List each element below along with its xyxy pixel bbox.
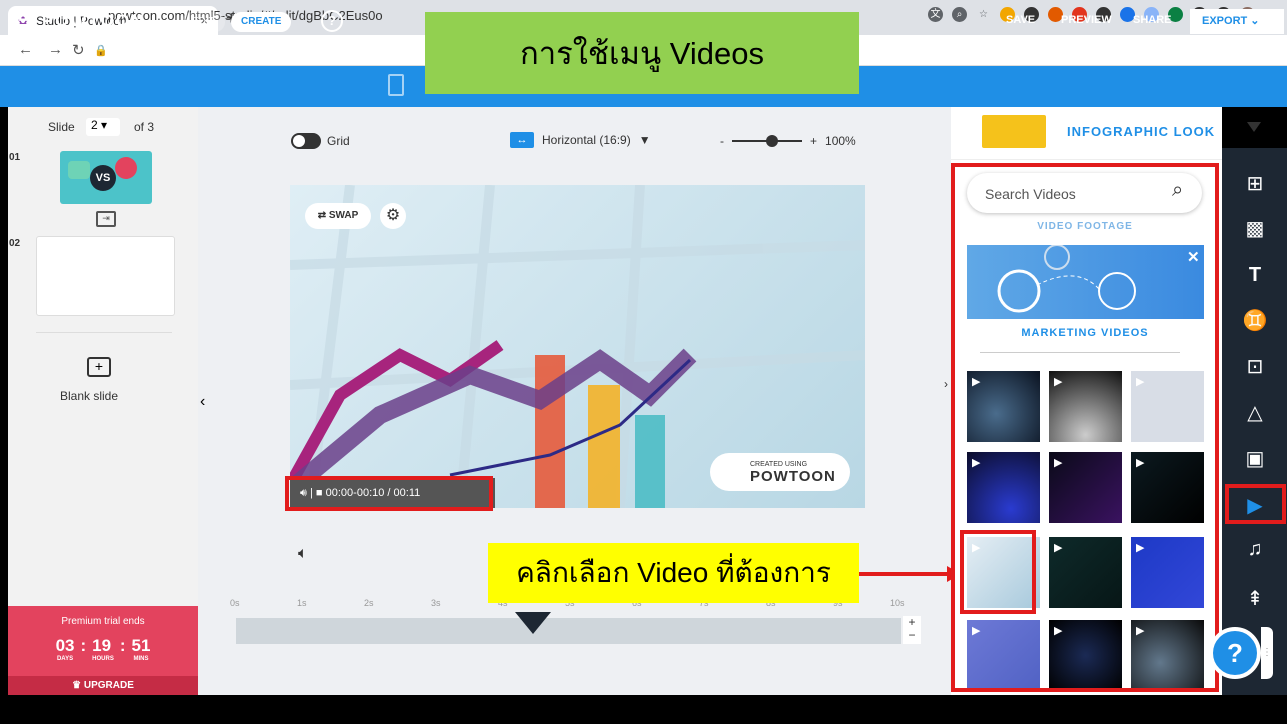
help-chat-button[interactable]: ?	[1209, 627, 1261, 679]
slide-number-1: 01	[9, 152, 21, 163]
countdown-timer: 03 DAYS : 19 HOURS : 51 MINS	[55, 636, 151, 662]
chevron-down-icon: ⌄	[1250, 15, 1260, 27]
timeline-zoom[interactable]: + −	[903, 616, 921, 644]
share-button[interactable]: SHARE	[1133, 14, 1172, 26]
videos-icon-highlight	[1225, 484, 1286, 524]
caret-down-icon: ▼	[638, 133, 651, 147]
images-icon[interactable]: ▣	[1230, 440, 1280, 478]
slide-canvas[interactable]: ⇄ SWAP ⚙ 🔊︎ | ■ 00:00-00:10 / 00:11 CREA…	[290, 185, 865, 508]
powtoon-watermark: CREATED USING POWTOON	[710, 453, 850, 491]
speaker-icon[interactable]: 🔈︎	[298, 545, 308, 563]
lock-icon: 🔒	[94, 45, 108, 57]
slide-number-2: 02	[9, 238, 21, 249]
powtoon-logo: ☰ POWTOON	[18, 11, 146, 30]
slide-selector[interactable]: 2 ▾	[86, 118, 120, 136]
grid-label: Grid	[327, 134, 350, 148]
tick-label: 10s	[890, 598, 905, 608]
style-label[interactable]: INFOGRAPHIC LOOK	[1067, 124, 1215, 139]
edit-mode-button[interactable]: EDIT	[182, 12, 225, 32]
notes-icon[interactable]	[388, 74, 404, 96]
tick-label: 0s	[230, 598, 240, 608]
collapse-right-icon[interactable]: ›	[944, 377, 948, 391]
zoom-icon[interactable]: ⌕	[952, 7, 967, 22]
zoom-slider[interactable]	[732, 135, 802, 147]
zoom-out-button[interactable]: -	[720, 134, 724, 148]
playhead-handle[interactable]	[515, 612, 551, 634]
help-menu-icon[interactable]: ⋮	[1261, 627, 1273, 679]
backgrounds-icon[interactable]: ▩	[1230, 210, 1280, 248]
zoom-value: 100%	[825, 134, 856, 148]
infographic-style-thumbnail	[982, 115, 1046, 148]
bookmark-star-icon[interactable]: ☆	[976, 7, 991, 22]
premium-title: Premium trial ends	[61, 616, 145, 627]
zoom-control[interactable]: - + 100%	[720, 134, 856, 148]
divider	[36, 332, 172, 333]
hamburger-menu-icon[interactable]: ☰	[18, 11, 42, 30]
videos-panel-highlight	[951, 163, 1219, 692]
text-icon[interactable]: T	[1230, 256, 1280, 294]
callout-arrow-line	[859, 572, 947, 576]
caret-down-icon[interactable]	[1247, 122, 1261, 132]
swap-button[interactable]: ⇄ SWAP	[305, 203, 371, 229]
orientation-selector[interactable]: ↔ Horizontal (16:9) ▼	[510, 132, 651, 148]
characters-icon[interactable]: ♊	[1230, 302, 1280, 340]
export-button[interactable]: EXPORT ⌄	[1190, 9, 1284, 34]
back-icon[interactable]: ←	[18, 41, 33, 58]
swap-icon: ⇄	[317, 210, 329, 221]
slide-transition-icon[interactable]: ⇥	[96, 211, 116, 227]
gear-icon[interactable]: ⚙	[380, 203, 406, 229]
slide-thumbnail-1[interactable]: VS	[60, 151, 152, 204]
zoom-in-button[interactable]: +	[810, 134, 817, 148]
premium-trial-panel: Premium trial ends 03 DAYS : 19 HOURS : 51…	[8, 606, 198, 695]
blank-slide-label[interactable]: Blank slide	[60, 389, 118, 403]
help-icon[interactable]: ?	[321, 10, 343, 32]
layout-icon[interactable]: ⊞	[1230, 165, 1280, 203]
add-slide-icon[interactable]: +	[87, 357, 111, 377]
timeline-track[interactable]	[236, 618, 901, 644]
tick-label: 3s	[431, 598, 441, 608]
slide-thumbnail-2[interactable]	[36, 236, 175, 316]
shapes-icon[interactable]: △	[1230, 394, 1280, 432]
tick-label: 2s	[364, 598, 374, 608]
slide-label: Slide	[48, 120, 75, 134]
reload-icon[interactable]: ↻	[72, 41, 85, 59]
preview-button[interactable]: PREVIEW	[1061, 14, 1112, 26]
crown-icon: ♛	[72, 680, 84, 691]
collapse-left-icon[interactable]: ‹	[200, 393, 205, 411]
slide-count: of 3	[134, 120, 155, 134]
save-button[interactable]: SAVE	[1006, 14, 1035, 26]
music-icon[interactable]: ♫	[1230, 530, 1280, 568]
transitions-icon[interactable]: ⇞	[1230, 580, 1280, 618]
instruction-callout: คลิกเลือก Video ที่ต้องการ	[488, 543, 859, 603]
upgrade-button[interactable]: ♛ UPGRADE	[8, 676, 198, 695]
forward-icon[interactable]: →	[48, 41, 63, 58]
create-mode-button[interactable]: CREATE	[231, 12, 292, 32]
vs-badge: VS	[90, 165, 116, 191]
props-icon[interactable]: ⊡	[1230, 348, 1280, 386]
horizontal-arrows-icon: ↔	[510, 132, 534, 148]
grid-toggle[interactable]	[291, 133, 321, 149]
video-controls-highlight	[285, 476, 493, 511]
translate-icon[interactable]: 文	[928, 7, 943, 22]
tutorial-title: การใช้เมนู Videos	[425, 12, 859, 94]
tick-label: 1s	[297, 598, 307, 608]
